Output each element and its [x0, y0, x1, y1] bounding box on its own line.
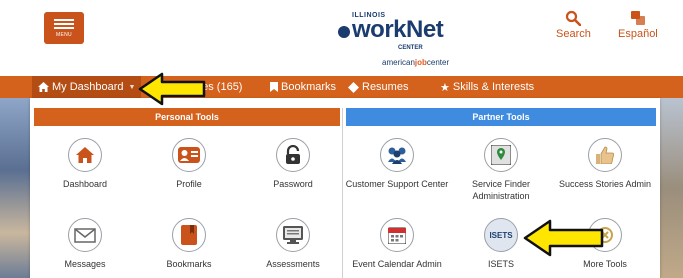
profile-card-icon [172, 138, 206, 172]
envelope-icon [68, 218, 102, 252]
language-link[interactable]: Español [618, 10, 658, 40]
nav-skills-interests[interactable]: ★ Skills & Interests [440, 76, 534, 98]
tool-service-finder-administration[interactable]: Service Finder Administration [446, 138, 556, 202]
chevron-down-icon: ▼ [128, 83, 136, 91]
isets-logo-text: ISETS [489, 231, 513, 240]
bookmark-icon [270, 82, 278, 92]
background-photo-left [0, 98, 30, 278]
partner-tools-header: Partner Tools [346, 108, 656, 126]
tool-label: Messages [64, 259, 106, 269]
site-header: MENU ILLINOIS workNet CENTER americanjob… [0, 0, 683, 76]
calendar-icon [380, 218, 414, 252]
tool-password[interactable]: Password [238, 138, 348, 190]
nav-bookmarks[interactable]: Bookmarks [270, 76, 336, 98]
tool-label: Profile [176, 179, 202, 189]
nav-skills-label: Skills & Interests [452, 81, 535, 93]
tool-label: Event Calendar Admin [352, 259, 442, 269]
tool-label: Customer Support Center [345, 179, 449, 189]
home-icon [38, 82, 49, 92]
yellow-arrow-left-icon [138, 72, 206, 106]
menu-button[interactable]: MENU [44, 12, 84, 44]
tool-label: Success Stories Admin [558, 179, 652, 189]
tool-messages[interactable]: Messages [30, 218, 140, 270]
support-people-icon [380, 138, 414, 172]
illinois-worknet-logo[interactable]: ILLINOIS workNet CENTER americanjobcente… [338, 12, 458, 74]
isets-logo-icon: ISETS [484, 218, 518, 252]
thumbs-up-icon [588, 138, 622, 172]
home-icon [68, 138, 102, 172]
resume-diamond-icon [348, 81, 359, 93]
nav-my-dashboard[interactable]: My Dashboard ▼ [32, 76, 142, 98]
tool-dashboard[interactable]: Dashboard [30, 138, 140, 190]
tool-label: Dashboard [62, 179, 108, 189]
search-link[interactable]: Search [556, 10, 591, 40]
logo-worknet-text: workNet [352, 16, 444, 43]
nav-resumes-label: Resumes [362, 81, 409, 93]
tool-bookmarks[interactable]: Bookmarks [134, 218, 244, 270]
nav-resumes[interactable]: Resumes [348, 76, 408, 98]
tool-customer-support-center[interactable]: Customer Support Center [342, 138, 452, 190]
logo-dot-icon [338, 26, 350, 38]
nav-dashboard-label: My Dashboard [52, 81, 124, 93]
logo-center-text: CENTER [398, 45, 423, 51]
computer-checklist-icon [276, 218, 310, 252]
star-icon: ★ [440, 81, 450, 94]
main-nav: My Dashboard ▼ ges (165) Bookmarks Resum… [0, 76, 683, 98]
tool-label: Service Finder Administration [471, 179, 531, 201]
nav-bookmarks-label: Bookmarks [281, 81, 337, 93]
map-pin-icon [484, 138, 518, 172]
tool-assessments[interactable]: Assessments [238, 218, 348, 270]
background-photo-right [660, 98, 683, 278]
tool-label: More Tools [583, 259, 627, 269]
language-icon [630, 11, 645, 25]
menu-label: MENU [56, 31, 72, 38]
tool-event-calendar-admin[interactable]: Event Calendar Admin [342, 218, 452, 270]
hamburger-icon [54, 18, 74, 21]
logo-ajc-text: americanjobcenter [382, 58, 450, 67]
search-icon [566, 10, 582, 26]
search-label: Search [556, 28, 591, 40]
tool-label: Assessments [266, 259, 320, 269]
personal-tools-header: Personal Tools [34, 108, 340, 126]
tool-label: Password [273, 179, 313, 189]
lock-icon [276, 138, 310, 172]
bookmark-book-icon [172, 218, 206, 252]
tool-label: Bookmarks [166, 259, 212, 269]
tool-label: ISETS [487, 259, 514, 269]
language-label: Español [618, 28, 658, 40]
tool-profile[interactable]: Profile [134, 138, 244, 190]
yellow-arrow-left-icon [523, 219, 604, 257]
tool-success-stories-admin[interactable]: Success Stories Admin [550, 138, 660, 190]
